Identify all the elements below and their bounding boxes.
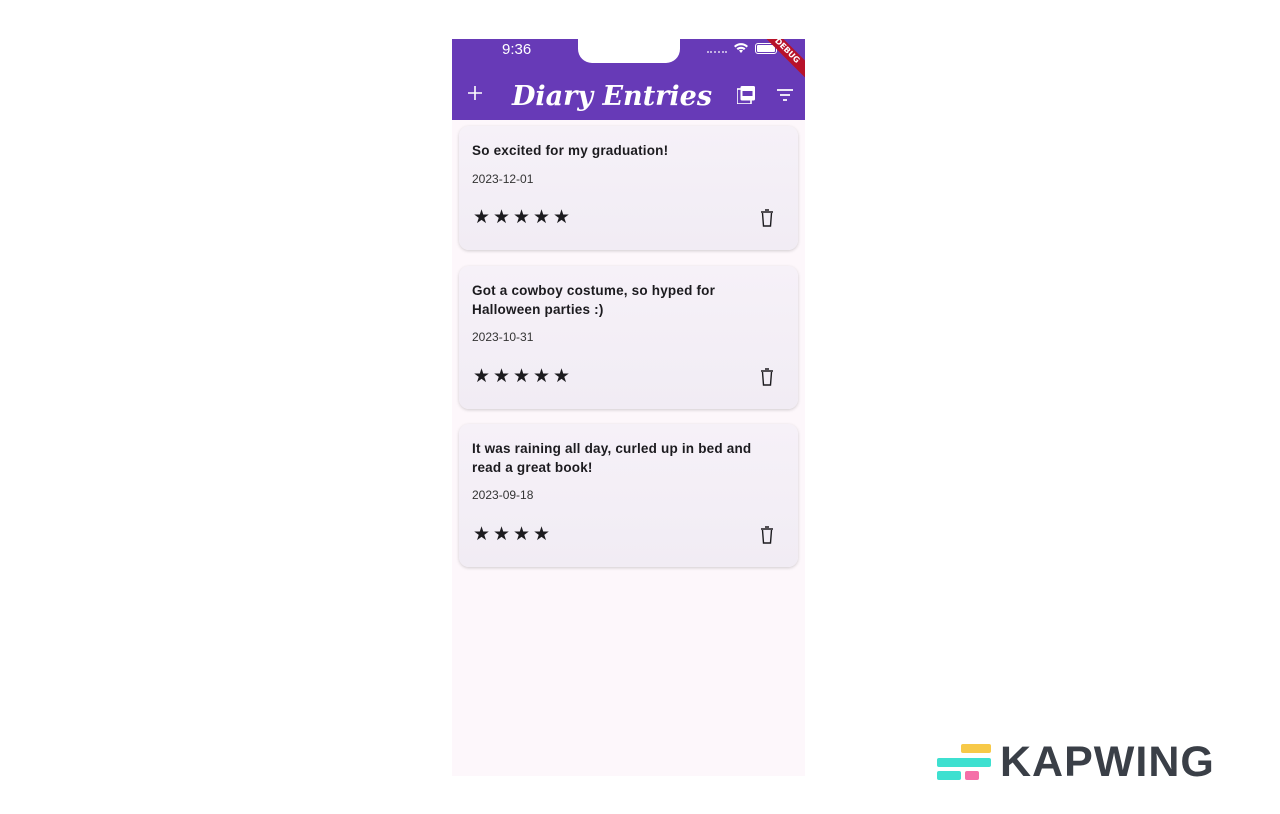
star-icon: ★	[492, 207, 511, 228]
kapwing-watermark: KAPWING	[937, 738, 1249, 786]
kapwing-wordmark: KAPWING	[1000, 738, 1215, 786]
star-icon: ★	[512, 207, 531, 228]
rating-stars: ★ ★ ★ ★	[472, 525, 551, 545]
add-entry-button[interactable]	[464, 82, 486, 104]
rating-stars: ★ ★ ★ ★ ★	[472, 367, 571, 387]
status-time: 9:36	[502, 41, 532, 58]
trash-icon	[761, 526, 773, 544]
filter-button[interactable]	[776, 87, 794, 103]
star-icon: ★	[492, 524, 511, 545]
plus-icon	[468, 86, 482, 100]
star-icon: ★	[472, 524, 491, 545]
filter-icon	[777, 89, 793, 101]
status-icons	[707, 42, 777, 54]
star-icon: ★	[552, 366, 571, 387]
star-icon: ★	[512, 366, 531, 387]
delete-button[interactable]	[759, 209, 775, 227]
kapwing-logo-icon	[937, 744, 991, 780]
trash-icon	[761, 209, 773, 227]
phone-screen: 9:36 DEBUG Diary Entries So excited for …	[452, 39, 805, 776]
export-pdf-button[interactable]	[736, 86, 755, 105]
star-icon: ★	[532, 524, 551, 545]
entry-date: 2023-12-01	[472, 172, 534, 186]
entry-date: 2023-09-18	[472, 488, 534, 502]
star-icon: ★	[552, 207, 571, 228]
page-title: Diary Entries	[512, 81, 713, 112]
entry-text: So excited for my graduation!	[472, 143, 669, 158]
wifi-icon	[734, 43, 748, 53]
delete-button[interactable]	[759, 526, 775, 544]
star-icon: ★	[532, 366, 551, 387]
dynamic-island	[578, 39, 680, 63]
diary-entry-card[interactable]: Got a cowboy costume, so hyped for Hallo…	[459, 266, 798, 409]
diary-entry-card[interactable]: It was raining all day, curled up in bed…	[459, 424, 798, 567]
star-icon: ★	[472, 366, 491, 387]
entry-text: Got a cowboy costume, so hyped for Hallo…	[472, 283, 716, 317]
star-icon: ★	[512, 524, 531, 545]
diary-entry-card[interactable]: So excited for my graduation! 2023-12-01…	[459, 126, 798, 250]
pdf-icon	[736, 86, 755, 105]
delete-button[interactable]	[759, 368, 775, 386]
rating-stars: ★ ★ ★ ★ ★	[472, 208, 571, 228]
signal-icon	[707, 43, 727, 53]
star-icon: ★	[492, 366, 511, 387]
app-bar: 9:36 DEBUG Diary Entries	[452, 39, 805, 120]
entry-text: It was raining all day, curled up in bed…	[472, 441, 752, 475]
entry-date: 2023-10-31	[472, 330, 534, 344]
star-icon: ★	[472, 207, 491, 228]
trash-icon	[761, 368, 773, 386]
star-icon: ★	[532, 207, 551, 228]
